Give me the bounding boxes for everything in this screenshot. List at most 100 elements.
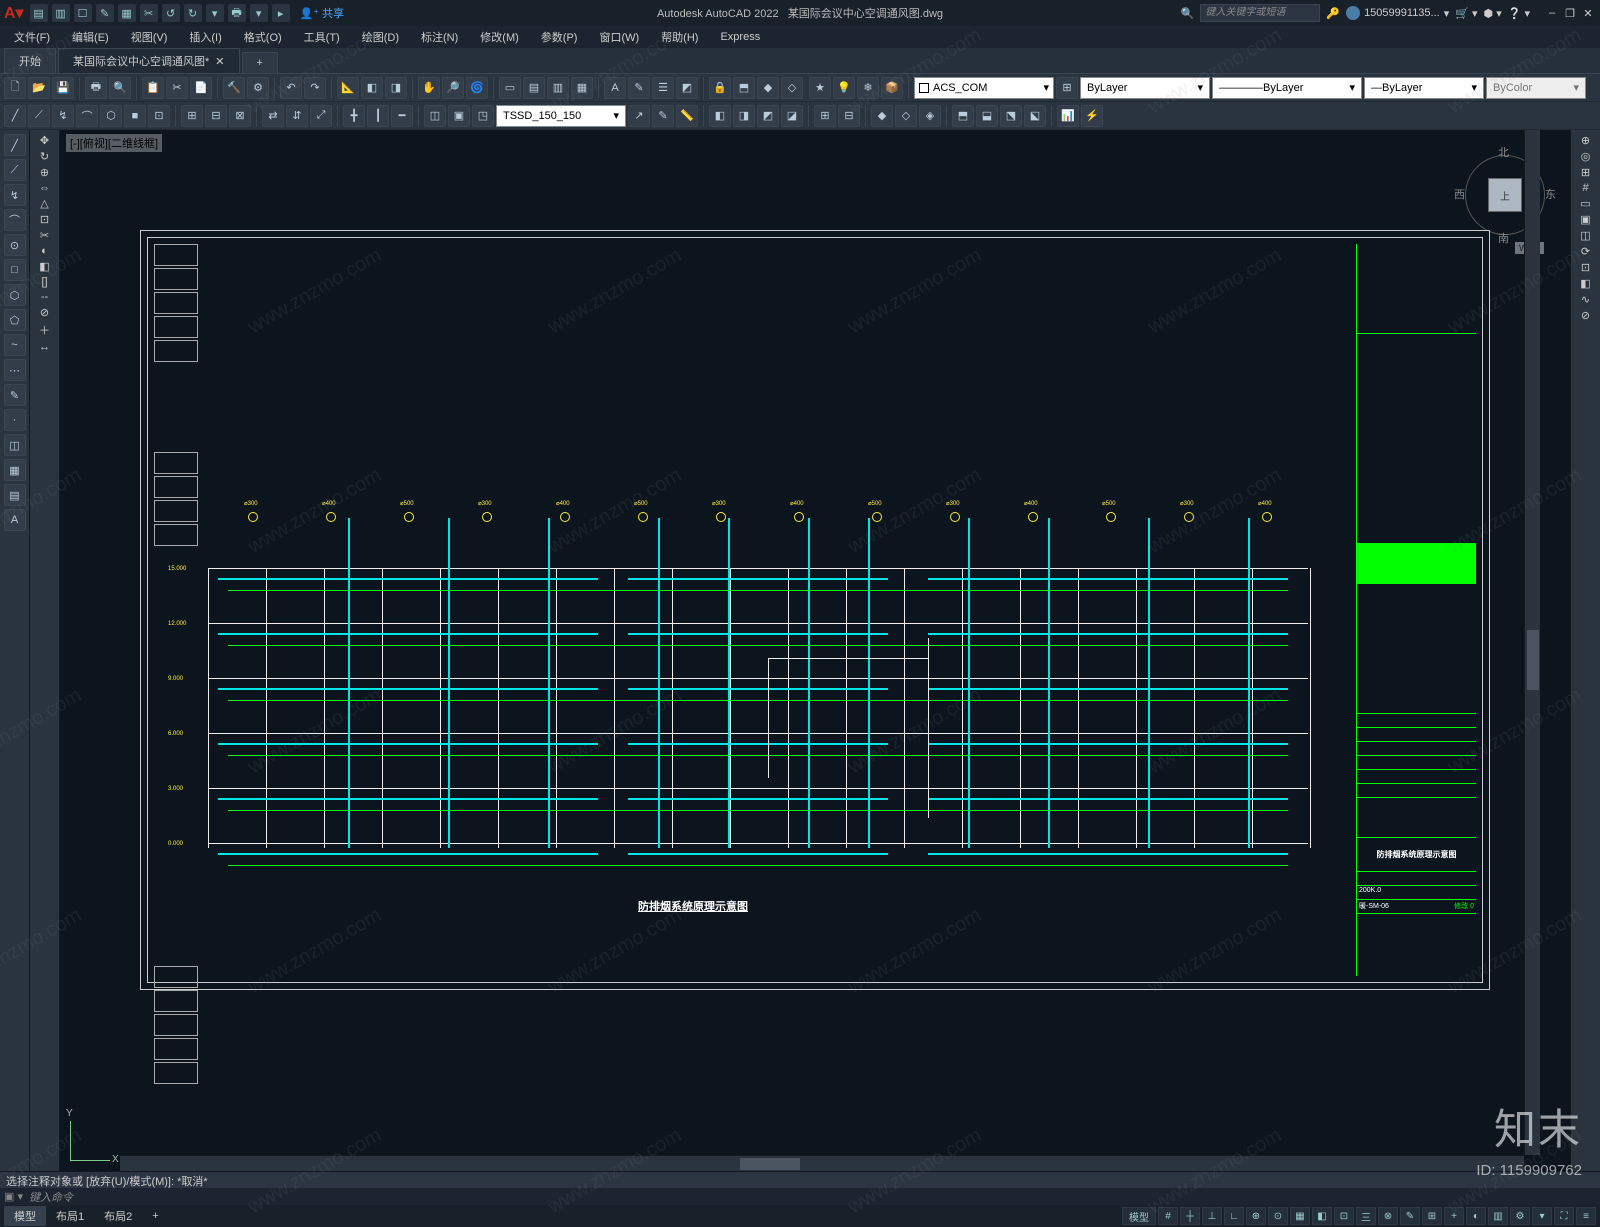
ribbon1-36-icon[interactable]: ⬒ <box>733 77 755 99</box>
draw-tool-10-icon[interactable]: ✎ <box>4 384 26 406</box>
ribbon1-11-icon[interactable]: 🔨 <box>223 77 245 99</box>
layer-dropdown[interactable]: ACS_COM▾ <box>914 77 1054 99</box>
right-tool-7-icon[interactable]: ⟳ <box>1581 245 1590 258</box>
menu-item-10[interactable]: 窗口(W) <box>589 27 649 47</box>
ribbon2-1-icon[interactable]: ⟋ <box>28 105 50 127</box>
qat-3-icon[interactable]: ✎ <box>96 4 114 22</box>
status-toggle-17-icon[interactable]: ▾ <box>1532 1207 1552 1225</box>
ribbon2-10-icon[interactable]: ⊠ <box>229 105 251 127</box>
viewcube-north[interactable]: 北 <box>1498 144 1509 160</box>
right-tool-1-icon[interactable]: ◎ <box>1581 150 1591 163</box>
modify-tool-12-icon[interactable]: ＋ <box>39 322 50 338</box>
status-toggle-11-icon[interactable]: ✎ <box>1400 1207 1420 1225</box>
ribbon1b-1-icon[interactable]: 💡 <box>833 77 855 99</box>
close-button[interactable]: ✕ <box>1580 5 1596 21</box>
ucs-icon[interactable]: X Y <box>70 1111 120 1161</box>
help-icon[interactable]: ❔ ▾ <box>1508 7 1530 20</box>
ribbon1b-3-icon[interactable]: 📦 <box>881 77 903 99</box>
draw-tool-13-icon[interactable]: ▦ <box>4 459 26 481</box>
ribbon1-21-icon[interactable]: ✋ <box>418 77 440 99</box>
ribbon2-4-icon[interactable]: ⬡ <box>100 105 122 127</box>
modify-tool-0-icon[interactable]: ✥ <box>40 134 49 147</box>
menu-item-12[interactable]: Express <box>710 29 770 45</box>
draw-tool-11-icon[interactable]: · <box>4 409 26 431</box>
ribbon2-8-icon[interactable]: ⊞ <box>181 105 203 127</box>
status-toggle-7-icon[interactable]: ◧ <box>1312 1207 1332 1225</box>
status-toggle-5-icon[interactable]: ⊙ <box>1268 1207 1288 1225</box>
ribbon1-28-icon[interactable]: ▦ <box>571 77 593 99</box>
viewport-label[interactable]: [-][俯视][二维线框] <box>66 134 162 152</box>
ribbon1-27-icon[interactable]: ▥ <box>547 77 569 99</box>
status-toggle-8-icon[interactable]: ⊡ <box>1334 1207 1354 1225</box>
ribbon2b-16-icon[interactable]: ⬒ <box>952 105 974 127</box>
ribbon2-6-icon[interactable]: ⊡ <box>148 105 170 127</box>
modify-tool-11-icon[interactable]: ⊘ <box>40 306 49 319</box>
ribbon2b-18-icon[interactable]: ⬔ <box>1000 105 1022 127</box>
menu-item-8[interactable]: 修改(M) <box>470 27 529 47</box>
qat-8-icon[interactable]: ▾ <box>206 4 224 22</box>
ribbon1-37-icon[interactable]: ◆ <box>757 77 779 99</box>
ribbon1-22-icon[interactable]: 🔎 <box>442 77 464 99</box>
ribbon1-32-icon[interactable]: ☰ <box>652 77 674 99</box>
menu-item-3[interactable]: 插入(I) <box>179 27 231 47</box>
ribbon2b-17-icon[interactable]: ⬓ <box>976 105 998 127</box>
draw-tool-0-icon[interactable]: ╱ <box>4 134 26 156</box>
ribbon2b-1-icon[interactable]: ✎ <box>652 105 674 127</box>
ribbon2-9-icon[interactable]: ⊟ <box>205 105 227 127</box>
status-toggle-14-icon[interactable]: ◐ <box>1466 1207 1486 1225</box>
layout-add-button[interactable]: + <box>142 1208 168 1224</box>
user-menu[interactable]: 15059991135... ▾ <box>1346 6 1449 20</box>
ribbon1-23-icon[interactable]: 🌀 <box>466 77 488 99</box>
viewcube-east[interactable]: 东 <box>1545 186 1556 202</box>
draw-tool-6-icon[interactable]: ⬡ <box>4 284 26 306</box>
status-toggle-19-icon[interactable]: ≡ <box>1576 1207 1596 1225</box>
linetype-dropdown[interactable]: ———— ByLayer▾ <box>1212 77 1362 99</box>
ribbon1-7-icon[interactable]: 📋 <box>142 77 164 99</box>
ribbon2-14-icon[interactable]: ⤢ <box>310 105 332 127</box>
right-tool-9-icon[interactable]: ◧ <box>1580 277 1590 290</box>
ribbon1-33-icon[interactable]: ◩ <box>676 77 698 99</box>
draw-tool-15-icon[interactable]: A <box>4 509 26 531</box>
draw-tool-1-icon[interactable]: ⟋ <box>4 159 26 181</box>
draw-tool-12-icon[interactable]: ◫ <box>4 434 26 456</box>
right-tool-8-icon[interactable]: ⊡ <box>1581 261 1590 274</box>
ribbon2-3-icon[interactable]: ⌒ <box>76 105 98 127</box>
qat-1-icon[interactable]: ▥ <box>52 4 70 22</box>
menu-item-1[interactable]: 编辑(E) <box>62 27 119 47</box>
modify-tool-2-icon[interactable]: ⊕ <box>40 166 49 179</box>
modify-tool-9-icon[interactable]: [] <box>41 276 47 288</box>
ribbon2b-7-icon[interactable]: ◪ <box>781 105 803 127</box>
menu-item-2[interactable]: 视图(V) <box>121 27 178 47</box>
ribbon1-4-icon[interactable]: 🖶 <box>85 77 107 99</box>
tab-start[interactable]: 开始 <box>4 48 56 73</box>
ribbon1-26-icon[interactable]: ▤ <box>523 77 545 99</box>
status-toggle-2-icon[interactable]: ⊥ <box>1202 1207 1222 1225</box>
layer-tool-icon[interactable]: ⊞ <box>1056 77 1078 99</box>
status-toggle-10-icon[interactable]: ⊗ <box>1378 1207 1398 1225</box>
qat-0-icon[interactable]: ▤ <box>30 4 48 22</box>
restore-button[interactable]: ❐ <box>1562 5 1578 21</box>
ribbon2-13-icon[interactable]: ⇵ <box>286 105 308 127</box>
right-tool-5-icon[interactable]: ▣ <box>1580 213 1590 226</box>
ribbon1-30-icon[interactable]: A <box>604 77 626 99</box>
ribbon1-31-icon[interactable]: ✎ <box>628 77 650 99</box>
draw-tool-7-icon[interactable]: ⬠ <box>4 309 26 331</box>
ribbon1-38-icon[interactable]: ◇ <box>781 77 803 99</box>
ribbon2-18-icon[interactable]: ━ <box>391 105 413 127</box>
ribbon1-35-icon[interactable]: 🔒 <box>709 77 731 99</box>
status-toggle-15-icon[interactable]: ▥ <box>1488 1207 1508 1225</box>
draw-tool-8-icon[interactable]: ~ <box>4 334 26 356</box>
draw-tool-3-icon[interactable]: ⌒ <box>4 209 26 231</box>
viewcube-face[interactable]: 上 <box>1488 178 1522 212</box>
modify-tool-5-icon[interactable]: ⊡ <box>40 213 49 226</box>
minimize-button[interactable]: – <box>1544 5 1560 21</box>
menu-item-0[interactable]: 文件(F) <box>4 27 60 47</box>
status-toggle-1-icon[interactable]: ┼ <box>1180 1207 1200 1225</box>
viewcube-west[interactable]: 西 <box>1454 186 1465 202</box>
ribbon1b-2-icon[interactable]: ❄ <box>857 77 879 99</box>
modify-tool-7-icon[interactable]: ◐ <box>41 245 48 257</box>
ribbon2b-9-icon[interactable]: ⊞ <box>814 105 836 127</box>
dimstyle-dropdown[interactable]: TSSD_150_150▾ <box>496 105 626 127</box>
right-tool-3-icon[interactable]: # <box>1582 182 1588 194</box>
plotstyle-dropdown[interactable]: ByColor▾ <box>1486 77 1586 99</box>
